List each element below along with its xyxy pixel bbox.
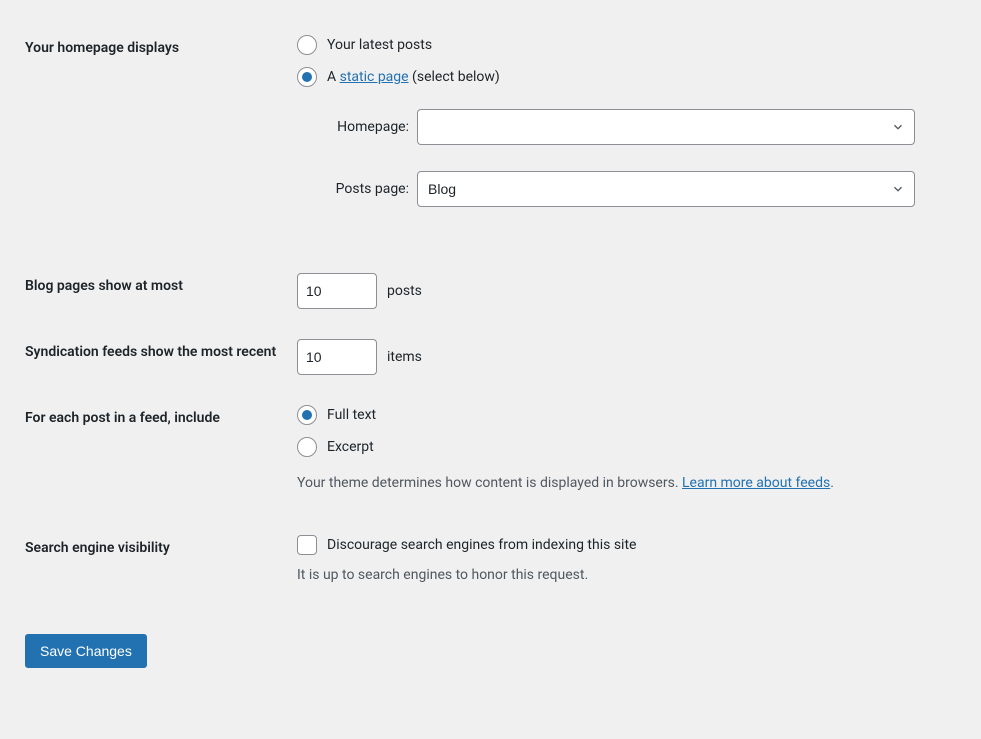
syndication-label: Syndication feeds show the most recent [25,324,287,390]
syndication-unit: items [387,349,422,365]
homepage-displays-label: Your homepage displays [25,20,287,258]
homepage-latest-posts-label[interactable]: Your latest posts [327,37,432,53]
syndication-input[interactable] [297,339,377,375]
feed-excerpt-radio[interactable] [297,437,317,457]
search-visibility-label: Search engine visibility [25,520,287,612]
search-visibility-checkbox-label[interactable]: Discourage search engines from indexing … [327,537,636,553]
save-changes-button[interactable]: Save Changes [25,634,147,668]
blog-pages-label: Blog pages show at most [25,258,287,324]
homepage-select-label: Homepage: [319,119,409,135]
learn-more-feeds-link[interactable]: Learn more about feeds [682,475,830,491]
feed-excerpt-label[interactable]: Excerpt [327,439,374,455]
static-page-link[interactable]: static page [340,69,409,85]
search-visibility-desc: It is up to search engines to honor this… [297,567,946,583]
homepage-latest-posts-radio[interactable] [297,35,317,55]
blog-pages-input[interactable] [297,273,377,309]
search-visibility-checkbox[interactable] [297,535,317,555]
settings-form-table: Your homepage displays Your latest posts… [25,20,956,612]
feed-full-text-label[interactable]: Full text [327,407,376,423]
homepage-static-page-radio[interactable] [297,67,317,87]
posts-page-select-label: Posts page: [319,181,409,197]
homepage-select[interactable] [417,109,915,145]
blog-pages-unit: posts [387,283,422,299]
feed-description: Your theme determines how content is dis… [297,475,946,491]
posts-page-select[interactable]: Blog [417,171,915,207]
homepage-static-page-label[interactable]: A static page (select below) [327,69,500,85]
feed-full-text-radio[interactable] [297,405,317,425]
feed-include-label: For each post in a feed, include [25,390,287,520]
